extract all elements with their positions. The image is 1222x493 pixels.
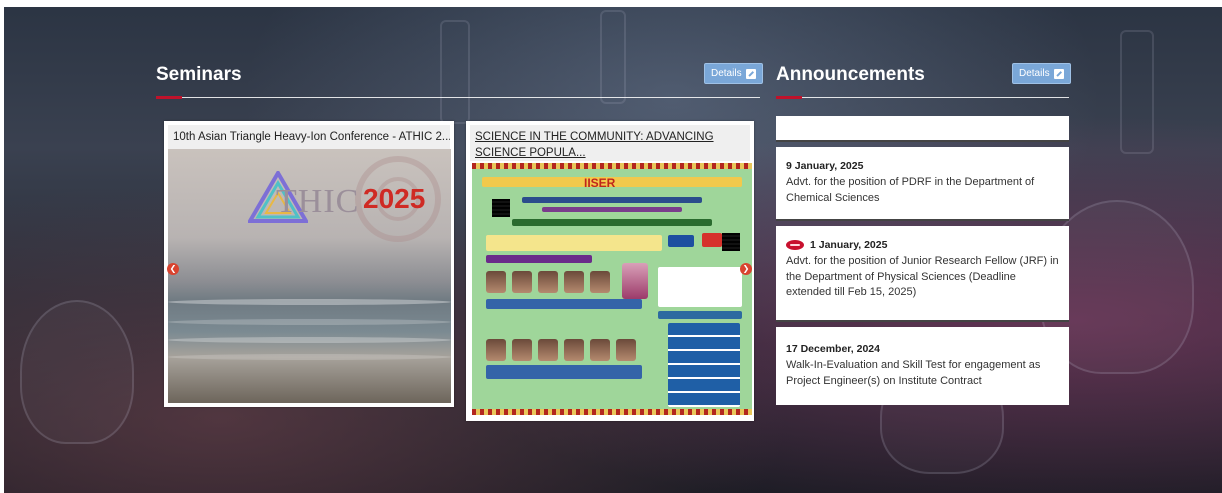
speaker-photo [564, 339, 584, 361]
speaker-photo [616, 339, 636, 361]
background-flask [20, 300, 134, 444]
announcement-text[interactable]: Advt. for the position of PDRF in the De… [786, 175, 1059, 206]
announcements-details-button[interactable]: Details [1012, 63, 1071, 84]
list-item-partial [776, 116, 1069, 142]
poster-border [472, 163, 752, 169]
poster-text-line [542, 207, 682, 212]
announcements-title: Announcements [776, 64, 925, 85]
youtube-icon [702, 233, 722, 247]
speaker-photo [512, 339, 532, 361]
chevron-right-icon[interactable]: ❯ [740, 263, 752, 275]
list-item[interactable]: 9 January, 2025 Advt. for the position o… [776, 147, 1069, 221]
new-badge-icon [786, 240, 804, 250]
seminar-card-title[interactable]: 10th Asian Triangle Heavy-Ion Conference… [168, 125, 450, 149]
poster-text-line [522, 197, 702, 203]
poster-speakers-label [486, 255, 592, 263]
announcements-list[interactable]: 9 January, 2025 Advt. for the position o… [776, 116, 1069, 405]
poster-info-box [658, 267, 742, 307]
chevron-left-icon[interactable]: ❮ [167, 263, 179, 275]
list-item[interactable]: 1 January, 2025 Advt. for the position o… [776, 226, 1069, 322]
speaker-photo [538, 271, 558, 293]
speaker-photo [486, 271, 506, 293]
speaker-photo [590, 271, 610, 293]
athic-logo-year: 2025 [363, 183, 426, 214]
seminar-card[interactable]: 10th Asian Triangle Heavy-Ion Conference… [164, 121, 454, 407]
external-link-icon [1053, 68, 1064, 79]
list-item[interactable]: 17 December, 2024 Walk-In-Evaluation and… [776, 327, 1069, 405]
poster-border [472, 409, 752, 415]
chief-guest-photo [622, 263, 648, 299]
qr-code-icon [492, 199, 510, 217]
announcements-accent-bar [776, 96, 802, 99]
qr-code-icon [722, 233, 740, 251]
seminars-title: Seminars [156, 64, 242, 85]
poster-brand: IISER [584, 176, 616, 190]
seminar-card[interactable]: SCIENCE IN THE COMMUNITY: ADVANCING SCIE… [466, 121, 754, 421]
speaker-photo [590, 339, 610, 361]
wave [168, 299, 451, 305]
left-border [0, 0, 4, 493]
announcement-text[interactable]: Advt. for the position of Junior Researc… [786, 254, 1059, 301]
seminars-divider [156, 97, 760, 98]
seminar-image-poster[interactable]: IISER [472, 163, 752, 415]
top-border [0, 0, 1222, 7]
wave [168, 337, 451, 343]
external-link-icon [745, 68, 756, 79]
announcement-date-row: 1 January, 2025 [786, 239, 1059, 251]
details-label: Details [711, 68, 742, 79]
athic-logo-text: THIC [276, 183, 360, 220]
background-tube [1120, 30, 1154, 154]
announcement-date: 17 December, 2024 [786, 343, 880, 355]
seminars-header: Seminars [156, 64, 760, 94]
seminars-accent-bar [156, 96, 182, 99]
speaker-photo [486, 339, 506, 361]
speaker-photo [538, 339, 558, 361]
seminars-details-button[interactable]: Details [704, 63, 763, 84]
poster-committee-label [658, 311, 742, 319]
seminar-image-athic[interactable]: THIC 2025 [168, 149, 451, 403]
speaker-photo [564, 271, 584, 293]
poster-text-line [512, 219, 712, 226]
seminars-announcements-section: Seminars Details 10th Asian Triangle Hea… [0, 0, 1222, 493]
announcement-date: 9 January, 2025 [786, 160, 864, 172]
speaker-photo [512, 271, 532, 293]
announcement-text[interactable]: Walk-In-Evaluation and Skill Test for en… [786, 358, 1059, 389]
poster-name-row [486, 365, 642, 379]
poster-committee-list [668, 323, 740, 407]
poster-name-row [486, 299, 642, 309]
details-label: Details [1019, 68, 1050, 79]
announcement-date: 1 January, 2025 [810, 239, 888, 251]
wave [168, 319, 451, 325]
poster-theme-box [486, 235, 662, 251]
wave [168, 354, 451, 360]
poster-chief-guest [668, 235, 694, 247]
seminar-card-title[interactable]: SCIENCE IN THE COMMUNITY: ADVANCING SCIE… [470, 125, 750, 161]
announcements-divider [776, 97, 1069, 98]
